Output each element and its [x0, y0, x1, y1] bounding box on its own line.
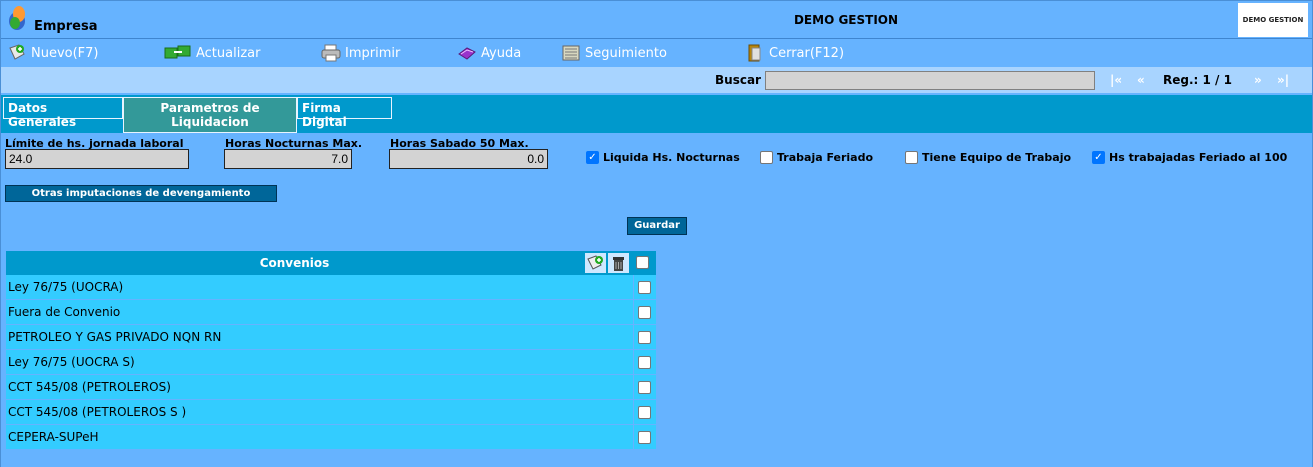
convenio-name: Fuera de Convenio — [8, 305, 121, 319]
tracking-button[interactable]: Seguimiento — [561, 43, 667, 63]
help-book-icon — [458, 47, 476, 60]
tracking-icon — [562, 45, 580, 61]
holiday-option-label: Trabaja Feriado — [777, 151, 874, 164]
table-row[interactable]: Fuera de Convenio — [6, 300, 656, 325]
row-divider — [633, 275, 634, 300]
holiday-hours-option[interactable]: ✓ Hs trabajadas Feriado al 100 — [1092, 151, 1287, 164]
other-imputations-button[interactable]: Otras imputaciones de devengamiento — [5, 185, 277, 202]
search-bar: Buscar |« « Reg.: 1 / 1 » »| — [1, 67, 1312, 93]
saturday-hours-field[interactable] — [389, 149, 548, 169]
row-checkbox[interactable] — [638, 406, 651, 419]
convenio-name: Ley 76/75 (UOCRA) — [8, 280, 124, 294]
tracking-label: Seguimiento — [585, 45, 667, 61]
holiday-hours-option-label: Hs trabajadas Feriado al 100 — [1109, 151, 1288, 164]
tab-datos-generales[interactable]: Datos Generales — [3, 97, 123, 129]
table-row[interactable]: Ley 76/75 (UOCRA) — [6, 275, 656, 300]
printer-icon — [321, 44, 341, 62]
print-label: Imprimir — [345, 45, 401, 61]
row-checkbox[interactable] — [638, 331, 651, 344]
convenio-name: CCT 545/08 (PETROLEROS) — [8, 380, 171, 394]
convenio-name: Ley 76/75 (UOCRA S) — [8, 355, 135, 369]
row-checkbox[interactable] — [638, 281, 651, 294]
refresh-label: Actualizar — [196, 45, 261, 61]
row-checkbox[interactable] — [638, 381, 651, 394]
convenios-rows: Ley 76/75 (UOCRA) Fuera de Convenio PETROL… — [6, 275, 656, 450]
toolbar: Nuevo(F7) Actualizar Imprimir Ayuda Segu… — [1, 39, 1312, 67]
search-label: Buscar — [715, 73, 761, 87]
convenios-table: Convenios Ley 76/75 (UOCRA) Fuera de Conv… — [6, 251, 656, 450]
convenio-name: CCT 545/08 (PETROLEROS S ) — [8, 405, 187, 419]
first-record-button[interactable]: |« — [1110, 73, 1122, 87]
app-window: Empresa DEMO GESTION DEMO GESTION Nuevo(… — [0, 0, 1313, 467]
trash-icon[interactable] — [608, 253, 629, 273]
select-all-checkbox[interactable] — [636, 256, 649, 269]
holiday-checkbox[interactable] — [760, 151, 773, 164]
team-option[interactable]: Tiene Equipo de Trabajo — [905, 151, 1071, 164]
app-title: DEMO GESTION — [793, 13, 899, 27]
row-checkbox[interactable] — [638, 306, 651, 319]
row-divider — [633, 425, 634, 450]
prev-record-button[interactable]: « — [1137, 73, 1145, 87]
refresh-icon — [164, 45, 191, 59]
tab-parametros-liquidacion[interactable]: Parametros de Liquidacion — [123, 97, 297, 133]
convenios-title: Convenios — [259, 256, 330, 270]
table-row[interactable]: CCT 545/08 (PETROLEROS) — [6, 375, 656, 400]
close-label: Cerrar(F12) — [769, 45, 845, 61]
header: Empresa DEMO GESTION DEMO GESTION — [1, 1, 1312, 39]
new-label: Nuevo(F7) — [31, 45, 99, 61]
table-row[interactable]: PETROLEO Y GAS PRIVADO NQN RN — [6, 325, 656, 350]
close-button[interactable]: Cerrar(F12) — [745, 43, 844, 63]
table-row[interactable]: CEPERA-SUPeH — [6, 425, 656, 450]
holiday-option[interactable]: Trabaja Feriado — [760, 151, 873, 164]
new-document-icon — [9, 44, 25, 60]
add-row-icon[interactable] — [585, 253, 606, 273]
tab-bar: Datos Generales Parametros de Liquidacio… — [1, 95, 1312, 133]
row-divider — [633, 325, 634, 350]
help-button[interactable]: Ayuda — [457, 43, 521, 63]
brand-logo: DEMO GESTION — [1238, 3, 1308, 37]
table-row[interactable]: Ley 76/75 (UOCRA S) — [6, 350, 656, 375]
save-button[interactable]: Guardar — [627, 217, 687, 235]
tab-firma-digital[interactable]: Firma Digital — [297, 97, 392, 129]
exit-door-icon — [748, 44, 761, 62]
team-checkbox[interactable] — [905, 151, 918, 164]
record-counter: Reg.: 1 / 1 — [1163, 73, 1232, 87]
night-hours-option-label: Liquida Hs. Nocturnas — [603, 151, 740, 164]
row-checkbox[interactable] — [638, 431, 651, 444]
limit-field[interactable] — [5, 149, 189, 169]
team-option-label: Tiene Equipo de Trabajo — [922, 151, 1072, 164]
holiday-hours-checkbox[interactable]: ✓ — [1092, 151, 1105, 164]
tab-params-line2: Liquidacion — [171, 115, 249, 129]
convenio-name: CEPERA-SUPeH — [8, 430, 99, 444]
row-divider — [633, 375, 634, 400]
night-hours-option[interactable]: ✓ Liquida Hs. Nocturnas — [586, 151, 740, 164]
help-label: Ayuda — [481, 45, 522, 61]
table-row[interactable]: CCT 545/08 (PETROLEROS S ) — [6, 400, 656, 425]
new-button[interactable]: Nuevo(F7) — [7, 43, 99, 63]
convenio-name: PETROLEO Y GAS PRIVADO NQN RN — [8, 330, 222, 344]
row-checkbox[interactable] — [638, 356, 651, 369]
night-hours-checkbox[interactable]: ✓ — [586, 151, 599, 164]
tab-params-line1: Parametros de — [160, 101, 260, 115]
table-header: Convenios — [6, 251, 656, 275]
row-divider — [633, 400, 634, 425]
print-button[interactable]: Imprimir — [321, 43, 400, 63]
params-form: Límite de hs. jornada laboral Horas Noct… — [1, 133, 1312, 467]
last-record-button[interactable]: »| — [1277, 73, 1289, 87]
night-hours-field[interactable] — [224, 149, 352, 169]
refresh-button[interactable]: Actualizar — [164, 43, 260, 63]
search-input[interactable] — [765, 71, 1095, 90]
row-divider — [633, 300, 634, 325]
next-record-button[interactable]: » — [1254, 73, 1262, 87]
row-divider — [633, 350, 634, 375]
